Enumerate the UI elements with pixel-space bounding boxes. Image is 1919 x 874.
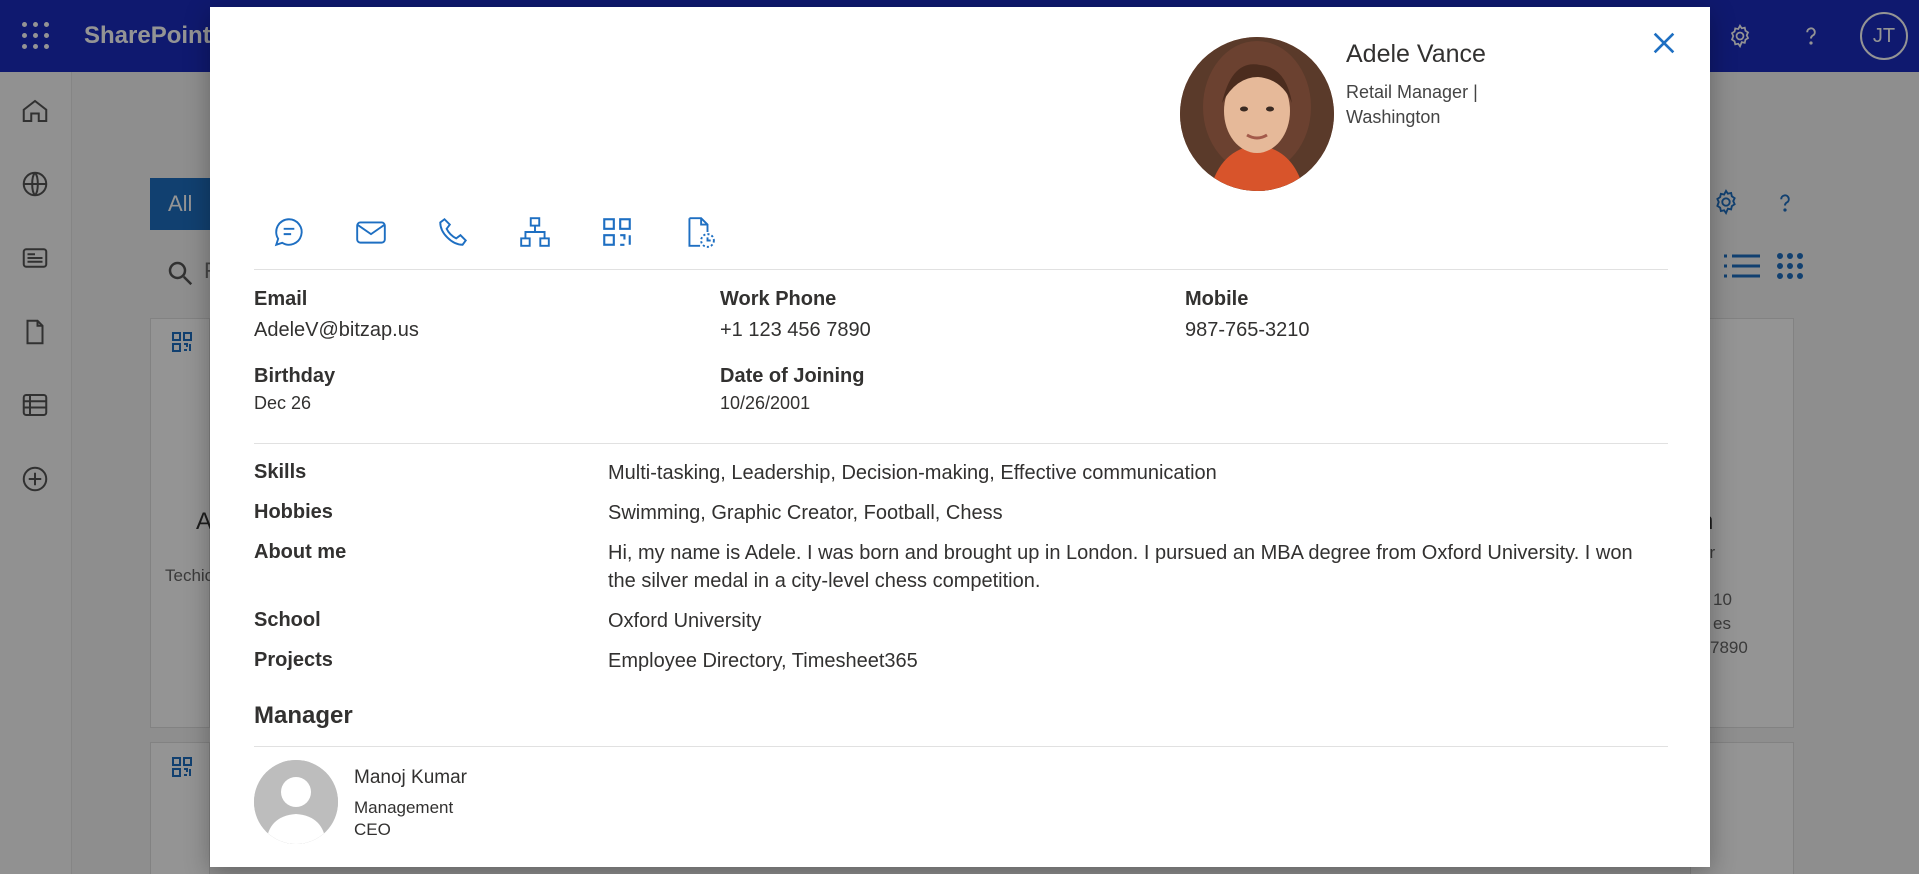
email-value[interactable]: AdeleV@bitzap.us	[254, 319, 419, 342]
manager-avatar[interactable]	[254, 760, 338, 844]
about-me-value: Hi, my name is Adele. I was born and bro…	[608, 542, 1633, 592]
timesheet-icon[interactable]	[682, 215, 716, 249]
profile-title: Retail Manager | Washington	[1346, 82, 1478, 127]
date-of-joining-label: Date of Joining	[720, 365, 865, 387]
mail-icon[interactable]	[354, 215, 388, 249]
divider	[254, 269, 1668, 270]
phone-icon[interactable]	[436, 215, 470, 249]
chat-icon[interactable]	[272, 215, 306, 249]
hobbies-label: Hobbies	[254, 501, 333, 523]
manager-role: CEO	[354, 820, 391, 839]
org-chart-icon[interactable]	[518, 215, 552, 249]
projects-value: Employee Directory, Timesheet365	[608, 650, 918, 672]
date-of-joining-value: 10/26/2001	[720, 393, 811, 413]
mobile-label: Mobile	[1185, 288, 1249, 310]
profile-modal: Adele Vance Retail Manager | Washington …	[210, 7, 1710, 867]
manager-section-title: Manager	[254, 702, 353, 729]
birthday-label: Birthday	[254, 365, 336, 387]
manager-name[interactable]: Manoj Kumar	[354, 767, 467, 789]
qr-code-icon[interactable]	[600, 215, 634, 249]
divider	[254, 746, 1668, 747]
profile-name: Adele Vance	[1346, 40, 1486, 68]
profile-photo	[1180, 37, 1334, 191]
work-phone-value[interactable]: +1 123 456 7890	[720, 319, 871, 342]
work-phone-label: Work Phone	[720, 288, 837, 310]
close-icon[interactable]	[1648, 27, 1680, 59]
projects-label: Projects	[254, 649, 333, 671]
hobbies-value: Swimming, Graphic Creator, Football, Che…	[608, 502, 1003, 524]
divider	[254, 443, 1668, 444]
school-value: Oxford University	[608, 610, 762, 632]
about-me-label: About me	[254, 541, 347, 563]
birthday-value: Dec 26	[254, 393, 312, 413]
email-label: Email	[254, 288, 308, 310]
manager-department: Management	[354, 798, 454, 817]
skills-label: Skills	[254, 461, 307, 483]
school-label: School	[254, 609, 321, 631]
contact-actions	[272, 215, 716, 265]
mobile-value[interactable]: 987-765-3210	[1185, 319, 1310, 342]
skills-value: Multi-tasking, Leadership, Decision-maki…	[608, 462, 1217, 484]
